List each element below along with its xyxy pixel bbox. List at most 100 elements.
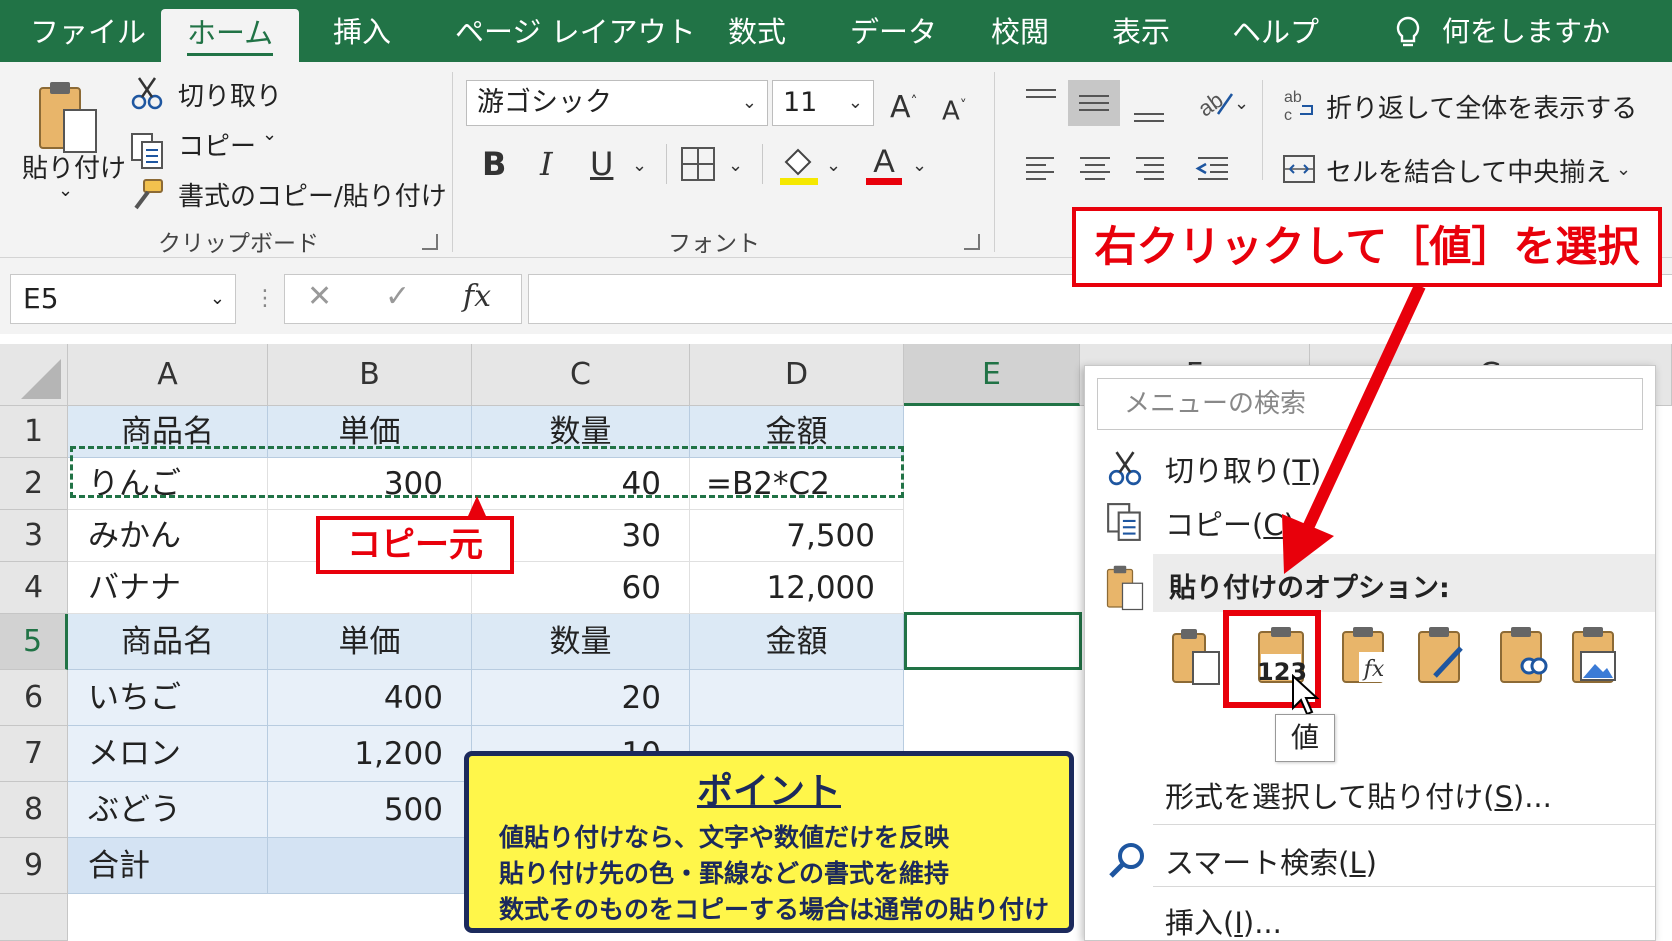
column-header-a[interactable]: A: [68, 344, 268, 406]
tell-me-search[interactable]: 何をしますか: [1442, 12, 1610, 52]
cell-d4[interactable]: 12,000: [690, 562, 904, 614]
row-header-9[interactable]: 9: [0, 838, 68, 894]
paste-formatting-icon[interactable]: [1413, 624, 1469, 686]
copy-button[interactable]: コピー: [178, 126, 256, 163]
cell-a3[interactable]: みかん: [68, 510, 268, 562]
merge-center-button[interactable]: セルを結合して中央揃え: [1326, 152, 1611, 189]
column-header-b[interactable]: B: [268, 344, 472, 406]
cell-d5[interactable]: 金額: [690, 614, 904, 670]
copy-dropdown-icon[interactable]: ⌄: [262, 124, 277, 145]
scissors-icon[interactable]: [130, 76, 164, 110]
row-header-8[interactable]: 8: [0, 782, 68, 838]
cell-b5[interactable]: 単価: [268, 614, 472, 670]
menu-item-paste-special[interactable]: 形式を選択して貼り付け(S)...: [1165, 774, 1552, 816]
enter-check-icon[interactable]: ✓: [385, 279, 410, 314]
row-header-7[interactable]: 7: [0, 726, 68, 782]
paste-picture-icon[interactable]: [1567, 624, 1623, 686]
font-color-dropdown-icon[interactable]: ⌄: [912, 146, 927, 186]
underline-dropdown-icon[interactable]: ⌄: [632, 146, 647, 186]
align-top-icon[interactable]: [1024, 86, 1058, 116]
paste-link-icon[interactable]: [1495, 624, 1551, 686]
cell-b6[interactable]: 400: [268, 670, 472, 726]
font-launcher-icon[interactable]: [964, 234, 980, 250]
cell-a5[interactable]: 商品名: [68, 614, 268, 670]
tab-insert[interactable]: 挿入: [333, 12, 391, 62]
paste-formulas-icon[interactable]: fx: [1337, 624, 1393, 686]
select-all-corner[interactable]: [0, 344, 68, 406]
merge-dropdown-icon[interactable]: ⌄: [1616, 150, 1631, 190]
format-painter-icon[interactable]: [130, 178, 166, 212]
paste-icon[interactable]: [36, 76, 100, 156]
clipboard-launcher-icon[interactable]: [422, 234, 438, 250]
cell-d3[interactable]: 7,500: [690, 510, 904, 562]
lightbulb-icon[interactable]: [1395, 16, 1421, 50]
copy-icon[interactable]: [130, 132, 166, 170]
insert-function-icon[interactable]: fx: [463, 279, 491, 314]
cell-a9[interactable]: 合計: [68, 838, 268, 894]
cell-a6[interactable]: いちご: [68, 670, 268, 726]
cell-c5[interactable]: 数量: [472, 614, 690, 670]
orientation-icon[interactable]: ab: [1194, 84, 1234, 120]
font-size-select[interactable]: 11 ⌄: [772, 80, 874, 126]
row-header-5[interactable]: 5: [0, 614, 68, 670]
cell-a8[interactable]: ぶどう: [68, 782, 268, 838]
bold-button[interactable]: B: [482, 144, 506, 184]
align-bottom-icon[interactable]: [1132, 96, 1166, 126]
decrease-font-icon[interactable]: A˅: [942, 86, 967, 132]
cell-b9[interactable]: [268, 838, 472, 894]
menu-item-insert[interactable]: 挿入(I)...: [1165, 900, 1282, 941]
row-header-10[interactable]: [0, 894, 68, 941]
tab-formulas[interactable]: 数式: [728, 12, 786, 62]
row-header-4[interactable]: 4: [0, 562, 68, 614]
wrap-text-icon[interactable]: ab c: [1282, 86, 1316, 122]
cell-c6[interactable]: 20: [472, 670, 690, 726]
tab-help[interactable]: ヘルプ: [1232, 12, 1319, 62]
align-center-icon[interactable]: [1078, 154, 1112, 184]
tab-page-layout[interactable]: ページ レイアウト: [455, 12, 696, 62]
row-header-6[interactable]: 6: [0, 670, 68, 726]
underline-button[interactable]: U: [590, 144, 613, 184]
row-header-3[interactable]: 3: [0, 510, 68, 562]
italic-button[interactable]: I: [540, 144, 553, 184]
active-cell-e5[interactable]: [904, 612, 1082, 670]
tab-view[interactable]: 表示: [1112, 12, 1170, 62]
column-header-e[interactable]: E: [904, 344, 1080, 406]
increase-font-icon[interactable]: A˄: [890, 82, 918, 128]
paste-button-label[interactable]: 貼り付け: [22, 148, 126, 185]
tab-file[interactable]: ファイル: [30, 12, 146, 62]
cancel-icon[interactable]: ✕: [307, 279, 332, 314]
menu-item-smart-lookup[interactable]: スマート検索(L): [1165, 840, 1377, 882]
name-box[interactable]: E5 ⌄: [10, 274, 236, 324]
tab-data[interactable]: データ: [850, 12, 937, 62]
fill-color-icon[interactable]: [778, 144, 820, 186]
font-color-icon[interactable]: A: [864, 142, 904, 186]
paste-dropdown-icon[interactable]: ⌄: [58, 180, 73, 201]
orientation-dropdown-icon[interactable]: ⌄: [1234, 84, 1249, 124]
cell-b7[interactable]: 1,200: [268, 726, 472, 782]
borders-icon[interactable]: [680, 146, 716, 182]
cell-a7[interactable]: メロン: [68, 726, 268, 782]
align-right-icon[interactable]: [1132, 154, 1166, 184]
font-name-select[interactable]: 游ゴシック ⌄: [466, 80, 768, 126]
column-header-c[interactable]: C: [472, 344, 690, 406]
paste-all-icon[interactable]: [1169, 626, 1225, 688]
fill-color-dropdown-icon[interactable]: ⌄: [826, 146, 841, 186]
format-painter-button[interactable]: 書式のコピー/貼り付け: [178, 176, 447, 213]
decrease-indent-icon[interactable]: [1194, 154, 1230, 184]
instruction-callout: 右クリックして［値］を選択: [1072, 207, 1662, 287]
row-header-1[interactable]: 1: [0, 406, 68, 458]
align-left-icon[interactable]: [1024, 154, 1058, 184]
drag-handle-icon[interactable]: ⋮: [254, 284, 276, 314]
cell-d6[interactable]: [690, 670, 904, 726]
cell-b8[interactable]: 500: [268, 782, 472, 838]
tab-home[interactable]: ホーム: [161, 9, 300, 62]
wrap-text-button[interactable]: 折り返して全体を表示する: [1326, 88, 1637, 125]
row-header-2[interactable]: 2: [0, 458, 68, 510]
column-header-d[interactable]: D: [690, 344, 904, 406]
cut-button[interactable]: 切り取り: [178, 76, 282, 113]
tab-review[interactable]: 校閲: [991, 12, 1049, 62]
borders-dropdown-icon[interactable]: ⌄: [728, 146, 743, 186]
merge-center-icon[interactable]: [1282, 154, 1316, 184]
cell-a4[interactable]: バナナ: [68, 562, 268, 614]
align-middle-button[interactable]: [1068, 80, 1120, 126]
